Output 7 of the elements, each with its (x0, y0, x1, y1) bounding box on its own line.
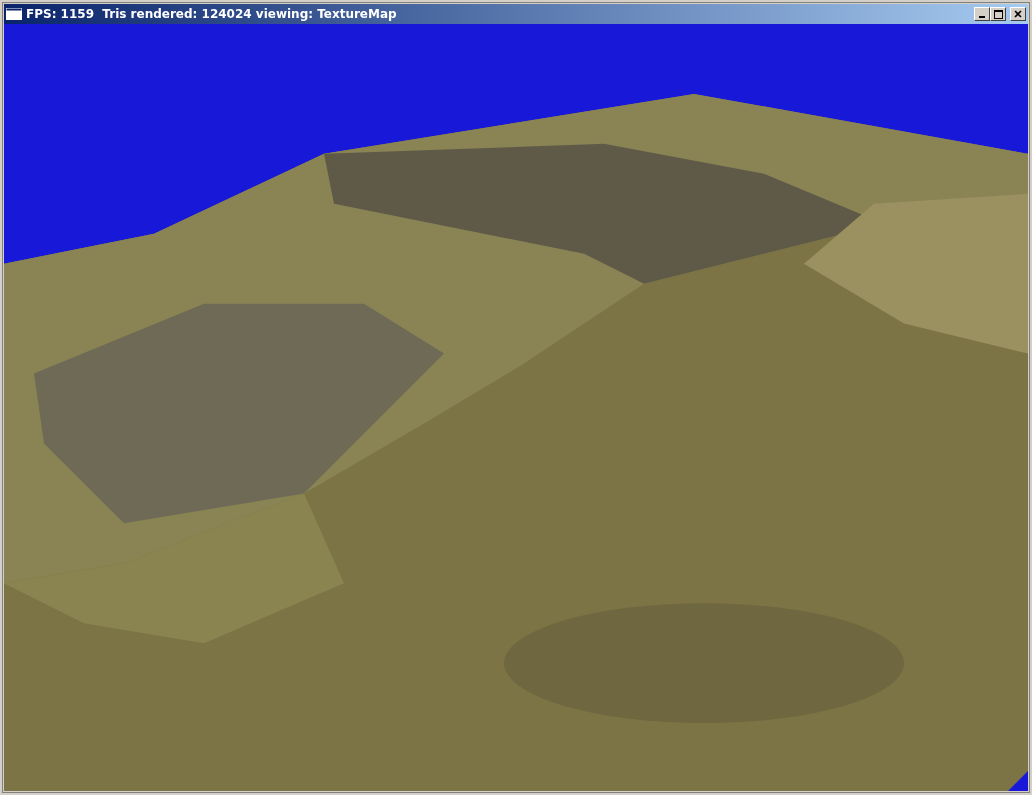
close-button[interactable] (1010, 7, 1026, 21)
window-title: FPS: 1159 Tris rendered: 124024 viewing: TextureMap (26, 6, 397, 23)
minimize-button[interactable] (974, 7, 990, 21)
maximize-icon (993, 9, 1003, 19)
maximize-button[interactable] (990, 7, 1006, 21)
window-icon (6, 8, 22, 20)
close-icon (1014, 10, 1022, 18)
